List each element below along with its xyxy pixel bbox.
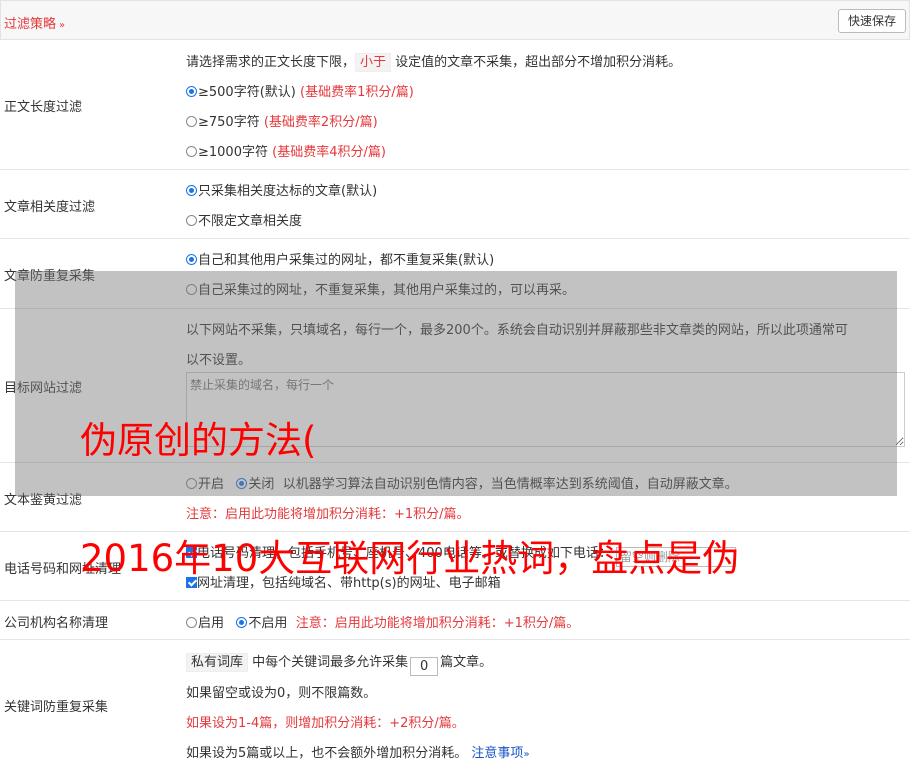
option-note: (基础费率1积分/篇)	[300, 85, 414, 100]
notes-link-text: 注意事项	[471, 746, 524, 761]
radio-button[interactable]	[236, 617, 248, 628]
keyword-dup-row: 关键词防重复采集 私有词库 中每个关键词最多允许采集 0 篇文章。 如果留空或设为0…	[0, 640, 910, 768]
org-filter-label: 公司机构名称清理	[4, 616, 109, 631]
keyword-dup-line3: 如果设为1-4篇，则增加积分消耗：+2积分/篇。	[186, 716, 465, 731]
desc-text: 设定值的文章不采集，超出部分不增加积分消耗。	[395, 55, 682, 70]
chevron-down-icon: »	[523, 749, 530, 760]
chevron-down-icon: »	[59, 20, 66, 31]
org-filter-options: 启用 不启用 注意：启用此功能将增加积分消耗：+1积分/篇。	[186, 612, 579, 631]
length-option-1000[interactable]: ≥1000字符 (基础费率4积分/篇)	[186, 141, 386, 160]
keyword-dup-line1: 私有词库 中每个关键词最多允许采集 0 篇文章。	[186, 651, 492, 676]
option-label: 不限定文章相关度	[198, 214, 303, 229]
keyword-dup-line2: 如果留空或设为0，则不限篇数。	[186, 686, 377, 701]
porn-filter-note: 注意：启用此功能将增加积分消耗：+1积分/篇。	[186, 507, 470, 522]
option-label: ≥500字符(默认)	[198, 85, 296, 100]
section-title[interactable]: 过滤策略»	[4, 13, 65, 32]
option-label: ≥1000字符	[198, 145, 268, 160]
notes-link[interactable]: 注意事项»	[471, 746, 529, 761]
filter-policy-header: 过滤策略» 快速保存	[0, 0, 910, 40]
keyword-dup-label: 关键词防重复采集	[4, 700, 109, 715]
dup-option-1[interactable]: 自己和其他用户采集过的网址，都不重复采集(默认)	[186, 249, 494, 268]
relevance-filter-row: 文章相关度过滤 只采集相关度达标的文章(默认) 不限定文章相关度	[0, 170, 910, 239]
radio-button[interactable]	[186, 146, 197, 157]
desc-text: 请选择需求的正文长度下限，	[186, 55, 356, 70]
option-label: 启用	[198, 616, 225, 631]
length-filter-row: 正文长度过滤 请选择需求的正文长度下限， 小于 设定值的文章不采集，超出部分不增加…	[0, 40, 910, 170]
radio-button[interactable]	[186, 617, 197, 628]
relevance-option-2[interactable]: 不限定文章相关度	[186, 210, 302, 229]
length-filter-desc: 请选择需求的正文长度下限， 小于 设定值的文章不采集，超出部分不增加积分消耗。	[186, 51, 682, 72]
option-note: (基础费率4积分/篇)	[272, 145, 386, 160]
option-label: 不启用	[248, 616, 288, 631]
length-filter-label: 正文长度过滤	[4, 100, 83, 115]
relevance-filter-label: 文章相关度过滤	[4, 200, 96, 215]
option-label: 只采集相关度达标的文章(默认)	[198, 184, 378, 199]
option-note: (基础费率2积分/篇)	[263, 115, 378, 130]
org-filter-row: 公司机构名称清理 启用 不启用 注意：启用此功能将增加积分消耗：+1积分/篇。	[0, 601, 910, 640]
watermark-text-2: 2016年10大互联网行业热词，盘点是伪	[80, 537, 740, 580]
radio-button[interactable]	[186, 116, 197, 127]
radio-button[interactable]	[186, 185, 197, 196]
radio-button[interactable]	[186, 254, 197, 265]
option-label: ≥750字符	[198, 115, 260, 130]
max-articles-input[interactable]: 0	[410, 657, 439, 676]
option-label: 自己和其他用户采集过的网址，都不重复采集(默认)	[198, 253, 495, 268]
desc-text: 如果设为5篇或以上，也不会额外增加积分消耗。	[186, 746, 468, 761]
desc-text: 中每个关键词最多允许采集	[252, 655, 409, 670]
watermark-text-1: 伪原创的方法(	[80, 419, 317, 462]
org-filter-note: 注意：启用此功能将增加积分消耗：+1积分/篇。	[295, 616, 580, 631]
desc-text: 篇文章。	[440, 655, 493, 670]
relevance-option-1[interactable]: 只采集相关度达标的文章(默认)	[186, 180, 377, 199]
length-option-500[interactable]: ≥500字符(默认) (基础费率1积分/篇)	[186, 81, 414, 100]
radio-button[interactable]	[186, 215, 197, 226]
less-than-tag: 小于	[355, 53, 392, 72]
keyword-dup-line4: 如果设为5篇或以上，也不会额外增加积分消耗。 注意事项»	[186, 742, 530, 761]
radio-button[interactable]	[186, 86, 197, 97]
section-title-text: 过滤策略	[4, 17, 57, 32]
length-option-750[interactable]: ≥750字符 (基础费率2积分/篇)	[186, 111, 378, 130]
quick-save-button[interactable]: 快速保存	[837, 9, 906, 33]
private-lexicon-tag: 私有词库	[186, 653, 249, 672]
